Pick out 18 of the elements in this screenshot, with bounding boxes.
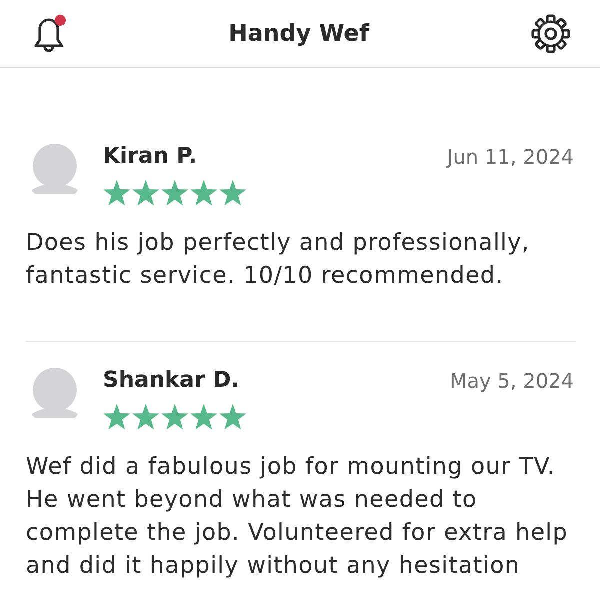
- reviewer-name: Shankar D.: [103, 368, 240, 394]
- star-icon: [190, 180, 218, 207]
- review-text: Does his job perfectly and professionally, fantastic service. 10/10 recommended.: [26, 229, 531, 291]
- star-icon: [132, 404, 160, 431]
- star-icon: [161, 404, 189, 431]
- review-date: Jun 11, 2024: [447, 144, 574, 170]
- review-date: May 5, 2024: [450, 368, 574, 394]
- star-icon: [132, 180, 160, 207]
- star-icon: [103, 180, 131, 207]
- star-icon: [161, 180, 189, 207]
- star-icon: [219, 180, 247, 207]
- settings-icon[interactable]: [530, 12, 572, 54]
- star-icon: [190, 404, 218, 431]
- review-text: Wef did a fabulous job for mounting our TV. He went beyond what was needed to complete the job. Volunteered for extra help and did it happily without any hesitation: [26, 453, 570, 581]
- screen-title: Handy Wef: [228, 20, 370, 46]
- star-icon: [103, 404, 131, 431]
- reviewer-name: Kiran P.: [103, 144, 198, 170]
- star-icon: [219, 404, 247, 431]
